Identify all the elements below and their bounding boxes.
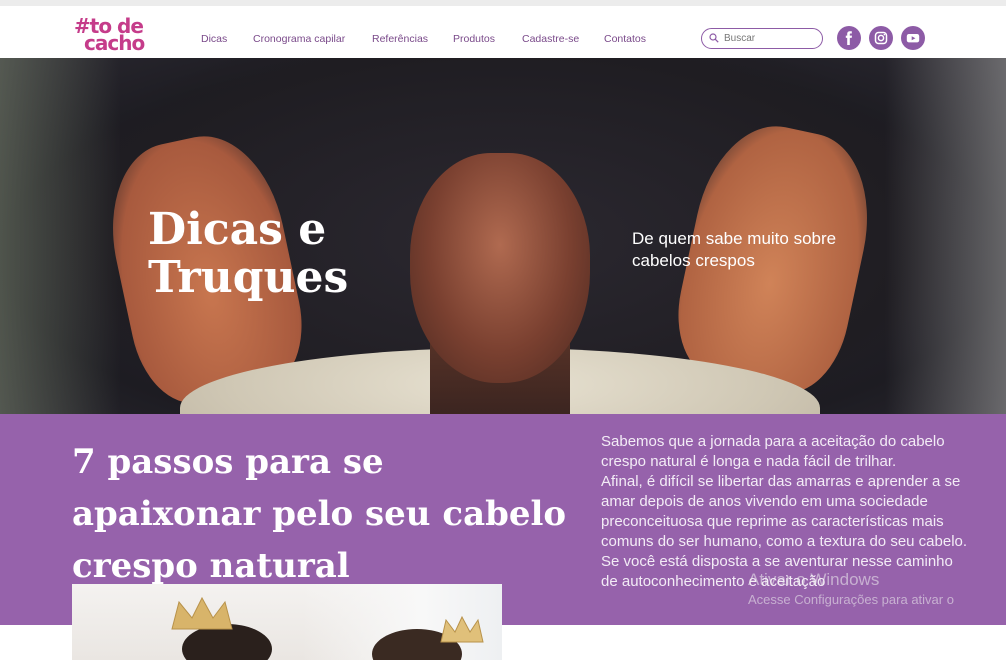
search-input[interactable] (724, 31, 818, 46)
article-title[interactable]: 7 passos para se apaixonar pelo seu cabe… (72, 436, 572, 592)
site-header: #to de cacho Dicas Cronograma capilar Re… (0, 0, 1006, 58)
site-logo[interactable]: #to de cacho (74, 14, 150, 56)
watermark-title: Ativar o Windows (748, 570, 880, 589)
crown-icon-2 (440, 615, 484, 643)
nav-item-cronograma[interactable]: Cronograma capilar (253, 33, 345, 45)
article-intro: Sabemos que a jornada para a aceitação d… (601, 432, 971, 592)
youtube-button[interactable] (901, 26, 925, 50)
hero-subtitle: De quem sabe muito sobre cabelos crespos (632, 229, 837, 270)
facebook-button[interactable] (837, 26, 861, 50)
watermark-subtitle: Acesse Configurações para ativar o (748, 592, 954, 607)
hero-banner: Dicas e Truques De quem sabe muito sobre… (0, 58, 1006, 414)
instagram-icon (874, 31, 888, 45)
nav-item-produtos[interactable]: Produtos (453, 33, 495, 45)
hero-title: Dicas e Truques (148, 204, 349, 303)
nav-item-dicas[interactable]: Dicas (201, 33, 227, 45)
search-icon[interactable] (709, 33, 719, 43)
logo-text-bottom: cacho (84, 31, 145, 55)
nav-item-contatos[interactable]: Contatos (604, 33, 646, 45)
facebook-icon (845, 31, 852, 45)
search-box (701, 28, 823, 49)
crown-icon (171, 596, 233, 630)
nav-item-cadastre[interactable]: Cadastre-se (522, 33, 579, 45)
hero-image-face (410, 153, 590, 383)
article-intro-paragraph-1: Sabemos que a jornada para a aceitação d… (601, 433, 945, 470)
nav-item-referencias[interactable]: Referências (372, 33, 428, 45)
instagram-button[interactable] (869, 26, 893, 50)
youtube-icon (906, 34, 920, 43)
windows-activation-watermark: Ativar o Windows Acesse Configurações pa… (748, 570, 1006, 607)
article-intro-paragraph-2: Afinal, é difícil se libertar das amarra… (601, 473, 968, 550)
article-image[interactable] (72, 584, 502, 660)
